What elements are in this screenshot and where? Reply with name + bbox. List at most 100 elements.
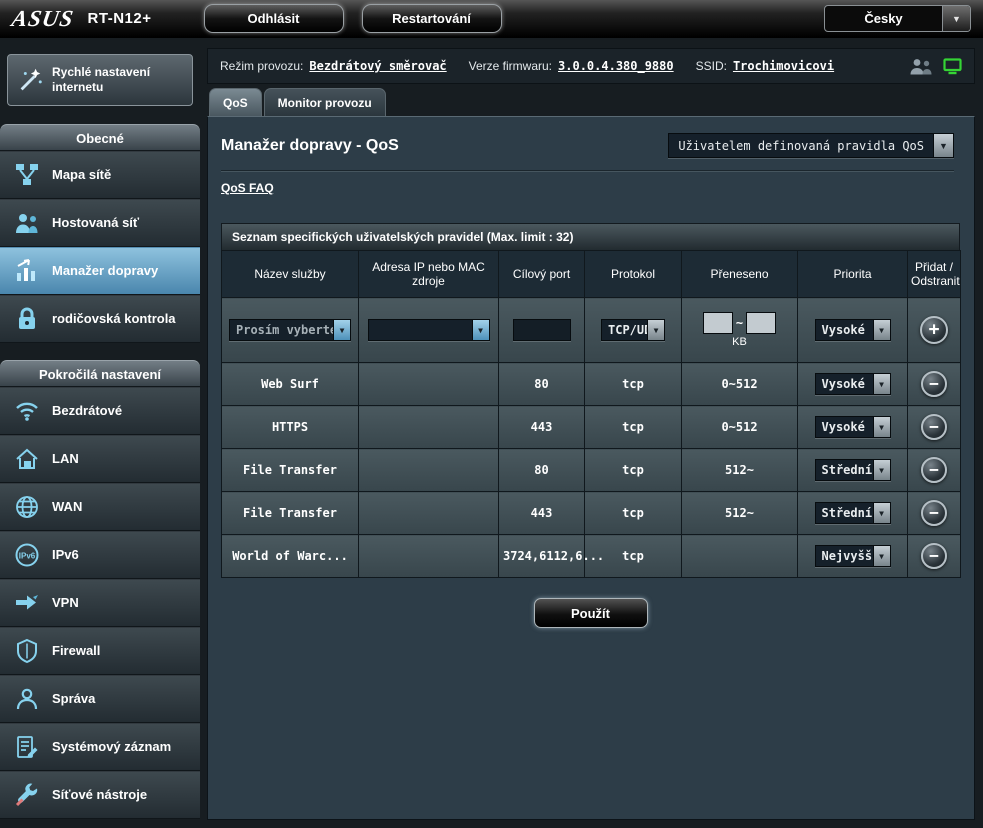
network-map-icon	[13, 161, 41, 189]
operation-mode-link[interactable]: Bezdrátový směrovač	[309, 59, 446, 73]
transferred-cell: 0~512	[682, 363, 798, 406]
source-cell	[359, 492, 499, 535]
sidebar-item-wireless[interactable]: Bezdrátové	[0, 387, 200, 435]
chevron-down-icon: ▼	[647, 320, 664, 340]
plus-icon: +	[929, 321, 940, 339]
section-header-general: Obecné	[0, 124, 200, 151]
remove-cell: −	[908, 406, 961, 449]
add-rule-button[interactable]: +	[920, 316, 948, 344]
source-address-select[interactable]: ▼	[368, 319, 490, 341]
main-content: Režim provozu: Bezdrátový směrovač Verze…	[200, 38, 983, 828]
apply-button[interactable]: Použít	[534, 598, 648, 628]
reboot-button[interactable]: Restartování	[362, 4, 502, 33]
table-row: File Transfer 443 tcp 512~ Střední ▼	[222, 492, 961, 535]
sidebar-item-label: rodičovská kontrola	[52, 311, 176, 327]
qos-faq-link[interactable]: QoS FAQ	[221, 181, 274, 195]
chevron-down-icon: ▼	[472, 320, 489, 340]
remove-rule-button[interactable]: −	[921, 543, 947, 569]
sidebar-item-traffic-manager[interactable]: Manažer dopravy	[0, 247, 200, 295]
sidebar-item-ipv6[interactable]: IPv6 IPv6	[0, 531, 200, 579]
sidebar-item-label: Síťové nástroje	[52, 787, 147, 803]
lan-icon	[13, 445, 41, 473]
qos-rules-table: Seznam specifických uživatelských pravid…	[221, 223, 960, 578]
remove-rule-button[interactable]: −	[921, 457, 947, 483]
minus-icon: −	[929, 548, 939, 564]
destination-port-input[interactable]	[513, 319, 571, 341]
logout-button[interactable]: Odhlásit	[204, 4, 344, 33]
service-cell: Web Surf	[222, 363, 359, 406]
wireless-icon	[13, 397, 41, 425]
table-row: File Transfer 80 tcp 512~ Střední ▼	[222, 449, 961, 492]
minus-icon: −	[929, 505, 939, 521]
priority-select[interactable]: Střední ▼	[815, 502, 891, 524]
col-priority: Priorita	[798, 251, 908, 298]
sidebar-item-administration[interactable]: Správa	[0, 675, 200, 723]
quick-internet-setup-button[interactable]: Rychlé nastavení internetu	[7, 54, 193, 106]
firmware-label: Verze firmwaru:	[469, 59, 552, 73]
chevron-down-icon: ▼	[873, 460, 890, 480]
chevron-down-icon: ▼	[873, 546, 890, 566]
service-cell: Prosím vyberte ▼	[222, 298, 359, 363]
sidebar-item-label: Mapa sítě	[52, 167, 111, 183]
quick-setup-label: Rychlé nastavení internetu	[52, 65, 184, 95]
sidebar-item-lan[interactable]: LAN	[0, 435, 200, 483]
parental-control-icon	[13, 305, 41, 333]
port-cell	[499, 298, 585, 363]
language-select[interactable]: Česky ▼	[824, 5, 971, 32]
qos-rules-select[interactable]: Uživatelem definovaná pravidla QoS ▼	[668, 133, 954, 158]
protocol-cell: tcp	[585, 363, 682, 406]
tab-qos[interactable]: QoS	[209, 88, 262, 116]
port-cell: 443	[499, 406, 585, 449]
guest-network-icon	[13, 209, 41, 237]
source-cell	[359, 363, 499, 406]
firmware-version-link[interactable]: 3.0.0.4.380_9880	[558, 59, 674, 73]
priority-select[interactable]: Vysoké ▼	[815, 416, 891, 438]
protocol-cell: tcp	[585, 406, 682, 449]
transferred-cell	[682, 535, 798, 578]
chevron-down-icon: ▼	[873, 417, 890, 437]
protocol-cell: tcp	[585, 492, 682, 535]
sidebar-item-network-map[interactable]: Mapa sítě	[0, 151, 200, 199]
transferred-cell: 512~	[682, 449, 798, 492]
sidebar-item-firewall[interactable]: Firewall	[0, 627, 200, 675]
ssid-link[interactable]: Trochimovicovi	[733, 59, 834, 73]
protocol-select[interactable]: TCP/UDP ▼	[601, 319, 665, 341]
chevron-down-icon: ▼	[873, 503, 890, 523]
port-cell: 443	[499, 492, 585, 535]
chevron-down-icon: ▼	[933, 134, 953, 157]
transferred-max-input[interactable]	[746, 312, 776, 334]
priority-select[interactable]: Střední ▼	[815, 459, 891, 481]
remove-rule-button[interactable]: −	[921, 414, 947, 440]
transferred-cell: 512~	[682, 492, 798, 535]
priority-select[interactable]: Vysoké ▼	[815, 373, 891, 395]
network-status-icon[interactable]	[943, 58, 962, 75]
range-separator: ~	[736, 316, 743, 330]
service-cell: File Transfer	[222, 492, 359, 535]
admin-icon	[13, 685, 41, 713]
sidebar-item-guest-network[interactable]: Hostovaná síť	[0, 199, 200, 247]
table-row: World of Warc... 3724,6112,6... tcp Nejv…	[222, 535, 961, 578]
sidebar-item-wan[interactable]: WAN	[0, 483, 200, 531]
operation-mode-label: Režim provozu:	[220, 59, 303, 73]
chevron-down-icon: ▼	[942, 6, 970, 31]
priority-cell: Střední ▼	[798, 492, 908, 535]
chevron-down-icon: ▼	[333, 320, 350, 340]
priority-cell: Střední ▼	[798, 449, 908, 492]
sidebar-item-network-tools[interactable]: Síťové nástroje	[0, 771, 200, 819]
sidebar-item-system-log[interactable]: Systémový záznam	[0, 723, 200, 771]
sidebar-item-parental-control[interactable]: rodičovská kontrola	[0, 295, 200, 343]
section-header-advanced: Pokročilá nastavení	[0, 360, 200, 387]
asus-logo: ASUS	[10, 6, 76, 32]
remove-rule-button[interactable]: −	[921, 500, 947, 526]
remove-rule-button[interactable]: −	[921, 371, 947, 397]
chevron-down-icon: ▼	[873, 374, 890, 394]
transferred-unit: KB	[686, 336, 793, 348]
service-name-select[interactable]: Prosím vyberte ▼	[229, 319, 351, 341]
priority-select[interactable]: Nejvyšší ▼	[815, 545, 891, 567]
clients-icon[interactable]	[909, 58, 933, 75]
sidebar-item-vpn[interactable]: VPN	[0, 579, 200, 627]
top-bar: ASUS RT-N12+ Odhlásit Restartování Česky…	[0, 0, 983, 38]
priority-select[interactable]: Vysoké ▼	[815, 319, 891, 341]
transferred-min-input[interactable]	[703, 312, 733, 334]
tab-traffic-monitor[interactable]: Monitor provozu	[264, 88, 386, 116]
